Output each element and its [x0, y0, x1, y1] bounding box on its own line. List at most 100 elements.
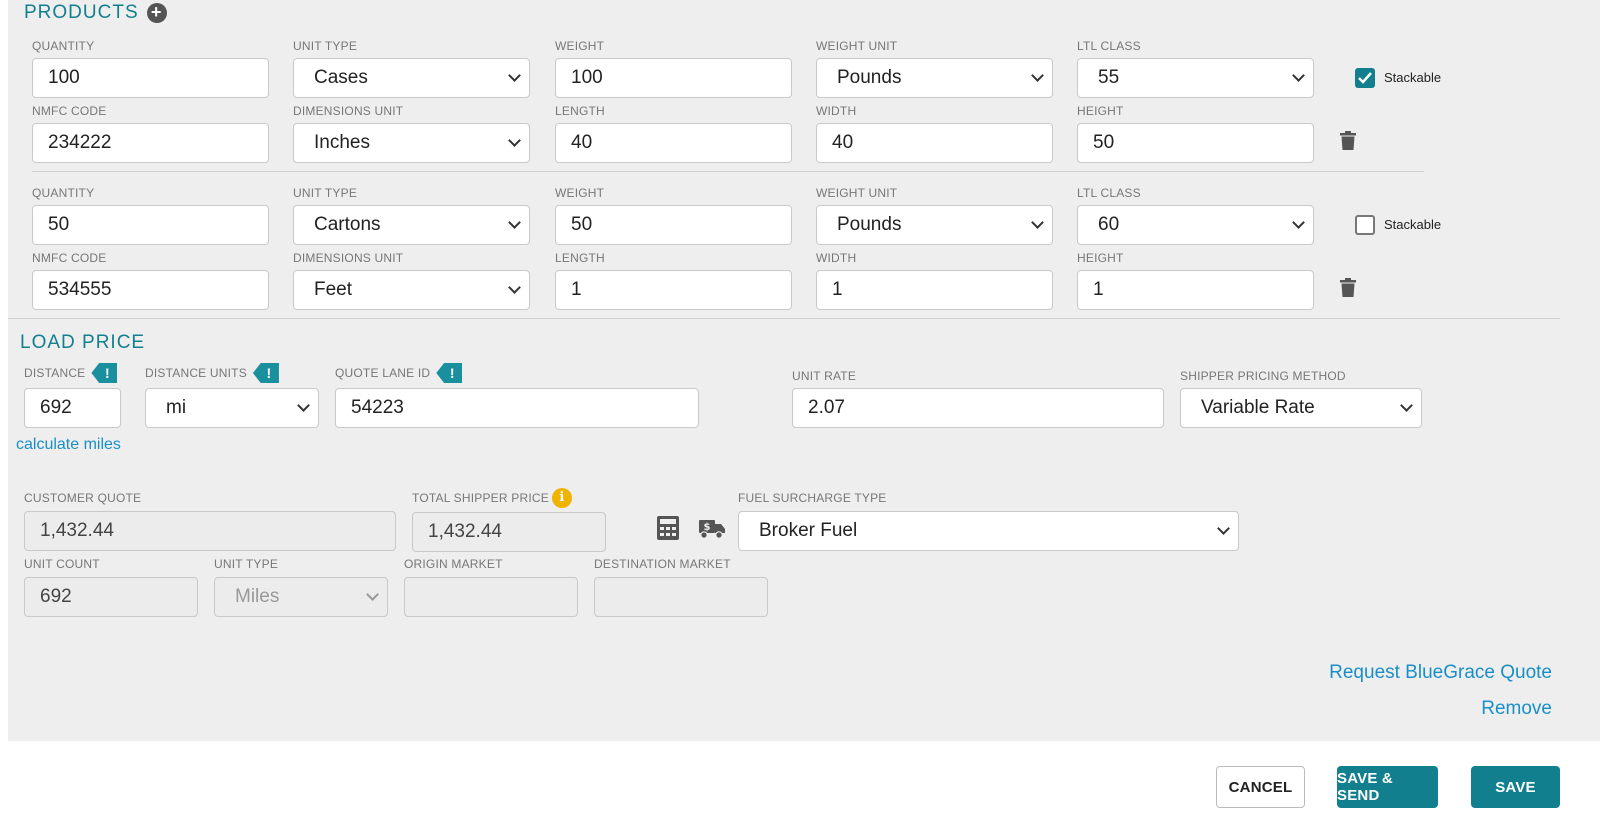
chevron-down-icon [508, 281, 521, 294]
distance-units-warning-icon[interactable]: ! [252, 363, 279, 383]
product-1-ltl-class-select[interactable]: 55 [1077, 58, 1314, 98]
product-1-height-value: 50 [1093, 132, 1115, 153]
calculator-icon[interactable] [657, 516, 679, 540]
origin-market-input[interactable] [404, 577, 578, 617]
load-price-header: LOAD PRICE [20, 332, 145, 354]
quote-lane-id-label-text: QUOTE LANE ID [335, 366, 431, 380]
request-bluegrace-quote-link[interactable]: Request BlueGrace Quote [1329, 662, 1552, 684]
chevron-down-icon [297, 399, 310, 412]
load-unit-type-select[interactable]: Miles [214, 577, 388, 617]
width-label: WIDTH [816, 251, 857, 265]
unit-rate-label: UNIT RATE [792, 369, 857, 383]
product-2-stackable-checkbox[interactable] [1355, 215, 1375, 235]
total-shipper-price-input[interactable]: 1,432.44 [412, 512, 606, 552]
product-2-length-input[interactable]: 1 [555, 270, 792, 310]
unit-rate-input[interactable]: 2.07 [792, 388, 1164, 428]
product-2-weight-input[interactable]: 50 [555, 205, 792, 245]
product-2-length-value: 1 [571, 279, 582, 300]
product-1-width-value: 40 [832, 132, 854, 153]
product-1-height-input[interactable]: 50 [1077, 123, 1314, 163]
unit-count-input[interactable]: 692 [24, 577, 198, 617]
chevron-down-icon [1031, 69, 1044, 82]
calculate-miles-link[interactable]: calculate miles [16, 436, 121, 454]
product-2-quantity-input[interactable]: 50 [32, 205, 269, 245]
product-1-trash-icon[interactable] [1340, 131, 1356, 150]
distance-value: 692 [40, 397, 72, 418]
cancel-button[interactable]: CANCEL [1216, 766, 1305, 808]
product-2-trash-icon[interactable] [1340, 278, 1356, 297]
customer-quote-input[interactable]: 1,432.44 [24, 511, 396, 551]
distance-units-select[interactable]: mi [145, 388, 319, 428]
total-shipper-price-label-text: TOTAL SHIPPER PRICE [412, 491, 549, 505]
product-2-weight-unit-value: Pounds [837, 214, 902, 235]
product-2-ltl-class-select[interactable]: 60 [1077, 205, 1314, 245]
unit-count-label: UNIT COUNT [24, 557, 100, 571]
fuel-truck-icon[interactable]: $ [699, 519, 726, 539]
product-2-unit-type-select[interactable]: Cartons [293, 205, 530, 245]
fuel-surcharge-type-value: Broker Fuel [759, 520, 858, 541]
unit-count-value: 692 [40, 586, 72, 607]
add-product-plus-icon[interactable]: + [146, 3, 167, 23]
nmfc-code-label: NMFC CODE [32, 104, 107, 118]
product-2-dimensions-unit-select[interactable]: Feet [293, 270, 530, 310]
distance-warning-icon[interactable]: ! [91, 363, 118, 383]
product-1-weight-input[interactable]: 100 [555, 58, 792, 98]
nmfc-code-label: NMFC CODE [32, 251, 107, 265]
product-1-width-input[interactable]: 40 [816, 123, 1053, 163]
distance-units-label: DISTANCE UNITS ! [145, 363, 279, 383]
product-2-nmfc-code-input[interactable]: 534555 [32, 270, 269, 310]
product-2-weight-unit-select[interactable]: Pounds [816, 205, 1053, 245]
remove-link[interactable]: Remove [1481, 698, 1552, 720]
product-2-height-value: 1 [1093, 279, 1104, 300]
distance-units-label-text: DISTANCE UNITS [145, 366, 247, 380]
distance-label: DISTANCE ! [24, 363, 118, 383]
weight-label: WEIGHT [555, 39, 605, 53]
product-1-quantity-input[interactable]: 100 [32, 58, 269, 98]
product-1-length-value: 40 [571, 132, 593, 153]
product-2-width-input[interactable]: 1 [816, 270, 1053, 310]
section-divider [8, 318, 1560, 319]
products-header: PRODUCTS + [24, 2, 167, 24]
distance-label-text: DISTANCE [24, 366, 86, 380]
info-icon[interactable]: i [551, 488, 572, 508]
width-label: WIDTH [816, 104, 857, 118]
fuel-surcharge-type-label: FUEL SURCHARGE TYPE [738, 491, 887, 505]
height-label: HEIGHT [1077, 251, 1124, 265]
weight-label: WEIGHT [555, 186, 605, 200]
chevron-down-icon [1400, 399, 1413, 412]
product-1-unit-type-value: Cases [314, 67, 368, 88]
distance-units-value: mi [166, 397, 187, 418]
fuel-surcharge-type-select[interactable]: Broker Fuel [738, 511, 1239, 551]
product-1-stackable-checkbox[interactable] [1355, 68, 1375, 88]
product-1-nmfc-code-input[interactable]: 234222 [32, 123, 269, 163]
product-2-height-input[interactable]: 1 [1077, 270, 1314, 310]
product-2-width-value: 1 [832, 279, 843, 300]
origin-market-label: ORIGIN MARKET [404, 557, 503, 571]
quote-lane-id-warning-icon[interactable]: ! [436, 363, 463, 383]
product-1-weight-unit-value: Pounds [837, 67, 902, 88]
product-1-stackable-label: Stackable [1384, 70, 1442, 85]
save-and-send-button[interactable]: SAVE & SEND [1337, 766, 1438, 808]
destination-market-input[interactable] [594, 577, 768, 617]
product-divider [32, 171, 1424, 172]
weight-unit-label: WEIGHT UNIT [816, 39, 898, 53]
product-1-dimensions-unit-select[interactable]: Inches [293, 123, 530, 163]
product-1-length-input[interactable]: 40 [555, 123, 792, 163]
check-icon [1358, 72, 1372, 84]
save-button[interactable]: SAVE [1471, 766, 1560, 808]
quote-lane-id-value: 54223 [351, 397, 404, 418]
product-1-ltl-class-value: 55 [1098, 67, 1120, 88]
unit-type-label: UNIT TYPE [293, 39, 358, 53]
length-label: LENGTH [555, 104, 605, 118]
ltl-class-label: LTL CLASS [1077, 39, 1141, 53]
svg-text:$: $ [704, 522, 711, 533]
shipper-pricing-method-select[interactable]: Variable Rate [1180, 388, 1422, 428]
product-1-unit-type-select[interactable]: Cases [293, 58, 530, 98]
quote-lane-id-input[interactable]: 54223 [335, 388, 699, 428]
load-price-title: LOAD PRICE [20, 332, 146, 353]
ltl-class-label: LTL CLASS [1077, 186, 1141, 200]
distance-input[interactable]: 692 [24, 388, 121, 428]
product-1-weight-unit-select[interactable]: Pounds [816, 58, 1053, 98]
chevron-down-icon [508, 216, 521, 229]
product-2-dimensions-unit-value: Feet [314, 279, 353, 300]
